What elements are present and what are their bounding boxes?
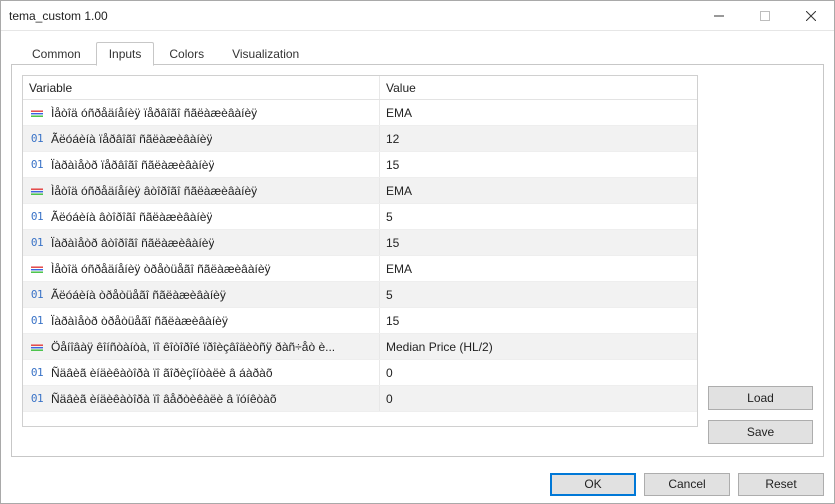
enum-icon	[29, 340, 45, 354]
value-cell[interactable]: 15	[380, 152, 697, 177]
table-row[interactable]: 01 Ñäâèã èíäèêàòîðà ïî ãîðèçîíòàëè â áàðà…	[23, 360, 697, 386]
variable-name: Ãëóáèíà òðåòüåãî ñãëàæèâàíèÿ	[51, 288, 226, 302]
inputs-table-container: Variable Value Ìåòîä óñðåäíåíèÿ ïåðâîãî …	[22, 75, 698, 446]
number-icon: 01	[29, 210, 45, 224]
window-title: tema_custom 1.00	[9, 9, 696, 23]
enum-icon	[29, 262, 45, 276]
number-icon: 01	[29, 288, 45, 302]
table-row[interactable]: 01 Ñäâèã èíäèêàòîðà ïî âåðòèêàëè â ïóíêòà…	[23, 386, 697, 412]
tab-colors[interactable]: Colors	[156, 42, 217, 65]
save-button[interactable]: Save	[708, 420, 813, 444]
value-cell[interactable]: EMA	[380, 178, 697, 203]
value-cell[interactable]: Median Price (HL/2)	[380, 334, 697, 359]
value-cell[interactable]: 15	[380, 308, 697, 333]
number-icon: 01	[29, 236, 45, 250]
number-icon: 01	[29, 158, 45, 172]
tab-visualization[interactable]: Visualization	[219, 42, 312, 65]
maximize-button	[742, 1, 788, 30]
variable-name: Ïàðàìåòð âòîðîãî ñãëàæèâàíèÿ	[51, 236, 214, 250]
number-icon: 01	[29, 392, 45, 406]
value-cell[interactable]: 0	[380, 386, 697, 411]
tab-inputs[interactable]: Inputs	[96, 42, 155, 66]
enum-icon	[29, 184, 45, 198]
tab-common[interactable]: Common	[19, 42, 94, 65]
ok-button[interactable]: OK	[550, 473, 636, 496]
table-row[interactable]: Ìåòîä óñðåäíåíèÿ ïåðâîãî ñãëàæèâàíèÿ EMA	[23, 100, 697, 126]
minimize-button[interactable]	[696, 1, 742, 30]
number-icon: 01	[29, 314, 45, 328]
number-icon: 01	[29, 366, 45, 380]
variable-name: Öåíîâàÿ êîíñòàíòà, ïî êîòîðîé ïðîèçâîäèò…	[51, 340, 335, 354]
variable-name: Ñäâèã èíäèêàòîðà ïî ãîðèçîíòàëè â áàðàõ	[51, 366, 273, 380]
variable-name: Ñäâèã èíäèêàòîðà ïî âåðòèêàëè â ïóíêòàõ	[51, 392, 277, 406]
table-row[interactable]: Öåíîâàÿ êîíñòàíòà, ïî êîòîðîé ïðîèçâîäèò…	[23, 334, 697, 360]
variable-name: Ïàðàìåòð ïåðâîãî ñãëàæèâàíèÿ	[51, 158, 214, 172]
value-cell[interactable]: 15	[380, 230, 697, 255]
inputs-page: Variable Value Ìåòîä óñðåäíåíèÿ ïåðâîãî …	[11, 65, 824, 457]
enum-icon	[29, 106, 45, 120]
client-area: Common Inputs Colors Visualization Varia…	[1, 31, 834, 465]
table-row[interactable]: 01 Ãëóáèíà âòîðîãî ñãëàæèâàíèÿ 5	[23, 204, 697, 230]
close-button[interactable]	[788, 1, 834, 30]
variable-name: Ïàðàìåòð òðåòüåãî ñãëàæèâàíèÿ	[51, 314, 228, 328]
table-row[interactable]: 01 Ãëóáèíà òðåòüåãî ñãëàæèâàíèÿ 5	[23, 282, 697, 308]
value-cell[interactable]: EMA	[380, 100, 697, 125]
titlebar: tema_custom 1.00	[1, 1, 834, 31]
properties-dialog: tema_custom 1.00 Common Inputs Colors Vi…	[0, 0, 835, 504]
value-cell[interactable]: EMA	[380, 256, 697, 281]
value-cell[interactable]: 5	[380, 204, 697, 229]
variable-name: Ìåòîä óñðåäíåíèÿ âòîðîãî ñãëàæèâàíèÿ	[51, 184, 257, 198]
sidebar-buttons: Load Save	[708, 75, 813, 446]
table-row[interactable]: Ìåòîä óñðåäíåíèÿ âòîðîãî ñãëàæèâàíèÿ EMA	[23, 178, 697, 204]
cancel-button[interactable]: Cancel	[644, 473, 730, 496]
variable-name: Ãëóáèíà âòîðîãî ñãëàæèâàíèÿ	[51, 210, 212, 224]
window-controls	[696, 1, 834, 30]
number-icon: 01	[29, 132, 45, 146]
variable-name: Ìåòîä óñðåäíåíèÿ òðåòüåãî ñãëàæèâàíèÿ	[51, 262, 271, 276]
table-row[interactable]: Ìåòîä óñðåäíåíèÿ òðåòüåãî ñãëàæèâàíèÿ EMA	[23, 256, 697, 282]
table-row[interactable]: 01 Ãëóáèíà ïåðâîãî ñãëàæèâàíèÿ 12	[23, 126, 697, 152]
value-cell[interactable]: 12	[380, 126, 697, 151]
variable-name: Ãëóáèíà ïåðâîãî ñãëàæèâàíèÿ	[51, 132, 212, 146]
tabstrip: Common Inputs Colors Visualization	[11, 41, 824, 65]
table-body: Ìåòîä óñðåäíåíèÿ ïåðâîãî ñãëàæèâàíèÿEMA0…	[23, 100, 697, 426]
header-value[interactable]: Value	[380, 76, 697, 99]
inputs-table: Variable Value Ìåòîä óñðåäíåíèÿ ïåðâîãî …	[22, 75, 698, 427]
table-row[interactable]: 01 Ïàðàìåòð âòîðîãî ñãëàæèâàíèÿ 15	[23, 230, 697, 256]
variable-name: Ìåòîä óñðåäíåíèÿ ïåðâîãî ñãëàæèâàíèÿ	[51, 106, 257, 120]
reset-button[interactable]: Reset	[738, 473, 824, 496]
dialog-footer: OK Cancel Reset	[1, 465, 834, 503]
table-row[interactable]: 01 Ïàðàìåòð òðåòüåãî ñãëàæèâàíèÿ 15	[23, 308, 697, 334]
header-variable[interactable]: Variable	[23, 76, 380, 99]
table-row[interactable]: 01 Ïàðàìåòð ïåðâîãî ñãëàæèâàíèÿ 15	[23, 152, 697, 178]
value-cell[interactable]: 5	[380, 282, 697, 307]
table-header: Variable Value	[23, 76, 697, 100]
value-cell[interactable]: 0	[380, 360, 697, 385]
load-button[interactable]: Load	[708, 386, 813, 410]
